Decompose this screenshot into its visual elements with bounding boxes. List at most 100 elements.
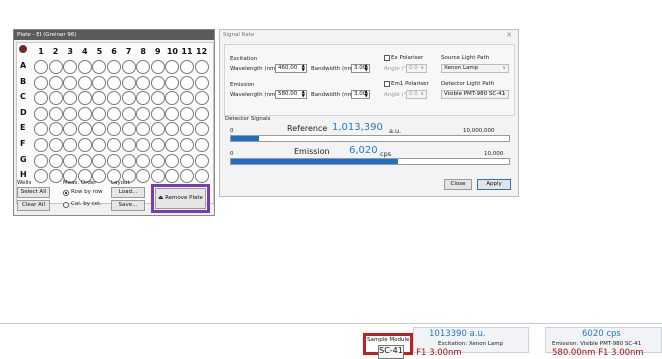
well-F3[interactable] — [63, 138, 78, 152]
spinner-arrows-icon[interactable]: ▲ ▼ — [365, 64, 368, 72]
well-A3[interactable] — [63, 60, 78, 74]
column-header-2[interactable]: 2 — [49, 47, 63, 56]
row-header-E[interactable]: E — [20, 123, 25, 132]
well-A1[interactable] — [34, 60, 48, 74]
well-E4[interactable] — [77, 122, 92, 137]
well-B3[interactable] — [63, 75, 78, 90]
well-B12[interactable] — [194, 75, 209, 90]
excitation-bandwidth-input[interactable]: 3.00 ▲ ▼ — [351, 64, 370, 73]
emission-wavelength-input[interactable]: 580.00 ▲ ▼ — [275, 90, 307, 99]
excitation-wavelength-input[interactable]: 460.00 ▲ ▼ — [275, 64, 307, 73]
close-button[interactable]: Close — [444, 179, 472, 190]
well-H1[interactable] — [34, 169, 48, 184]
column-header-10[interactable]: 10 — [165, 47, 179, 56]
row-header-A[interactable]: A — [20, 61, 26, 70]
well-B1[interactable] — [34, 75, 48, 90]
row-header-D[interactable]: D — [20, 108, 27, 117]
row-header-C[interactable]: C — [20, 92, 26, 101]
well-G11[interactable] — [180, 153, 194, 168]
column-header-7[interactable]: 7 — [122, 47, 136, 56]
well-G7[interactable] — [121, 153, 136, 168]
well-D3[interactable] — [63, 106, 78, 121]
well-G12[interactable] — [194, 153, 209, 168]
well-H8[interactable] — [136, 169, 151, 184]
spinner-arrows-icon[interactable]: ▲ ▼ — [302, 90, 305, 98]
ex-polariser-checkbox[interactable] — [384, 55, 390, 61]
well-G9[interactable] — [150, 153, 165, 168]
well-F9[interactable] — [150, 138, 165, 152]
well-B2[interactable] — [48, 75, 63, 90]
clear-all-button[interactable]: Clear All — [17, 200, 50, 211]
source-path-select[interactable]: Xenon Lamp ∨ — [441, 64, 509, 73]
well-H10[interactable] — [165, 169, 180, 184]
column-header-4[interactable]: 4 — [78, 47, 92, 56]
well-G2[interactable] — [48, 153, 63, 168]
well-A4[interactable] — [77, 60, 92, 74]
emission-bandwidth-input[interactable]: 3.00 ▲ ▼ — [351, 90, 370, 99]
column-header-8[interactable]: 8 — [136, 47, 150, 56]
column-header-3[interactable]: 3 — [63, 47, 77, 56]
well-G10[interactable] — [165, 153, 180, 168]
well-A2[interactable] — [48, 60, 63, 74]
well-H2[interactable] — [48, 169, 63, 184]
well-G1[interactable] — [34, 153, 48, 168]
well-E9[interactable] — [150, 122, 165, 137]
well-C2[interactable] — [48, 91, 63, 106]
well-F12[interactable] — [194, 138, 209, 152]
well-B4[interactable] — [77, 75, 92, 90]
well-G8[interactable] — [136, 153, 151, 168]
well-E12[interactable] — [194, 122, 209, 137]
well-F5[interactable] — [92, 138, 107, 152]
well-E7[interactable] — [121, 122, 136, 137]
row-by-row-radio[interactable] — [63, 190, 69, 196]
row-header-H[interactable]: H — [20, 170, 27, 179]
well-E1[interactable] — [34, 122, 48, 137]
well-F8[interactable] — [136, 138, 151, 152]
well-A6[interactable] — [107, 60, 121, 74]
remove-plate-button[interactable]: ⏏ Remove Plate — [155, 188, 206, 209]
well-E8[interactable] — [136, 122, 151, 137]
save-button[interactable]: Save... — [111, 200, 145, 211]
well-G3[interactable] — [63, 153, 78, 168]
well-G6[interactable] — [107, 153, 121, 168]
well-F7[interactable] — [121, 138, 136, 152]
well-E10[interactable] — [165, 122, 180, 137]
well-C10[interactable] — [165, 91, 180, 106]
sample-module-select[interactable]: SC-41 — [378, 345, 404, 359]
well-F10[interactable] — [165, 138, 180, 152]
close-icon[interactable]: ✕ — [506, 31, 512, 39]
well-B9[interactable] — [150, 75, 165, 90]
well-C8[interactable] — [136, 91, 151, 106]
row-header-G[interactable]: G — [20, 155, 27, 164]
well-F11[interactable] — [180, 138, 194, 152]
detector-path-select[interactable]: Visible PMT-980 SC-41 ∨ — [441, 90, 509, 99]
well-H12[interactable] — [194, 169, 209, 184]
well-F6[interactable] — [107, 138, 121, 152]
em-polariser-checkbox[interactable] — [384, 81, 390, 87]
well-C3[interactable] — [63, 91, 78, 106]
well-H9[interactable] — [150, 169, 165, 184]
well-C12[interactable] — [194, 91, 209, 106]
well-D5[interactable] — [92, 106, 107, 121]
well-F1[interactable] — [34, 138, 48, 152]
well-A10[interactable] — [165, 60, 180, 74]
well-D11[interactable] — [180, 106, 194, 121]
load-button[interactable]: Load... — [111, 187, 145, 198]
well-G4[interactable] — [77, 153, 92, 168]
well-H11[interactable] — [180, 169, 194, 184]
column-header-9[interactable]: 9 — [151, 47, 165, 56]
well-C6[interactable] — [107, 91, 121, 106]
row-header-F[interactable]: F — [20, 139, 25, 148]
well-E5[interactable] — [92, 122, 107, 137]
col-by-col-radio[interactable] — [63, 202, 69, 208]
column-header-12[interactable]: 12 — [195, 47, 209, 56]
well-B6[interactable] — [107, 75, 121, 90]
well-A8[interactable] — [136, 60, 151, 74]
select-all-button[interactable]: Select All — [17, 187, 50, 198]
well-E6[interactable] — [107, 122, 121, 137]
well-E3[interactable] — [63, 122, 78, 137]
column-header-1[interactable]: 1 — [34, 47, 48, 56]
well-C9[interactable] — [150, 91, 165, 106]
well-B8[interactable] — [136, 75, 151, 90]
well-C1[interactable] — [34, 91, 48, 106]
